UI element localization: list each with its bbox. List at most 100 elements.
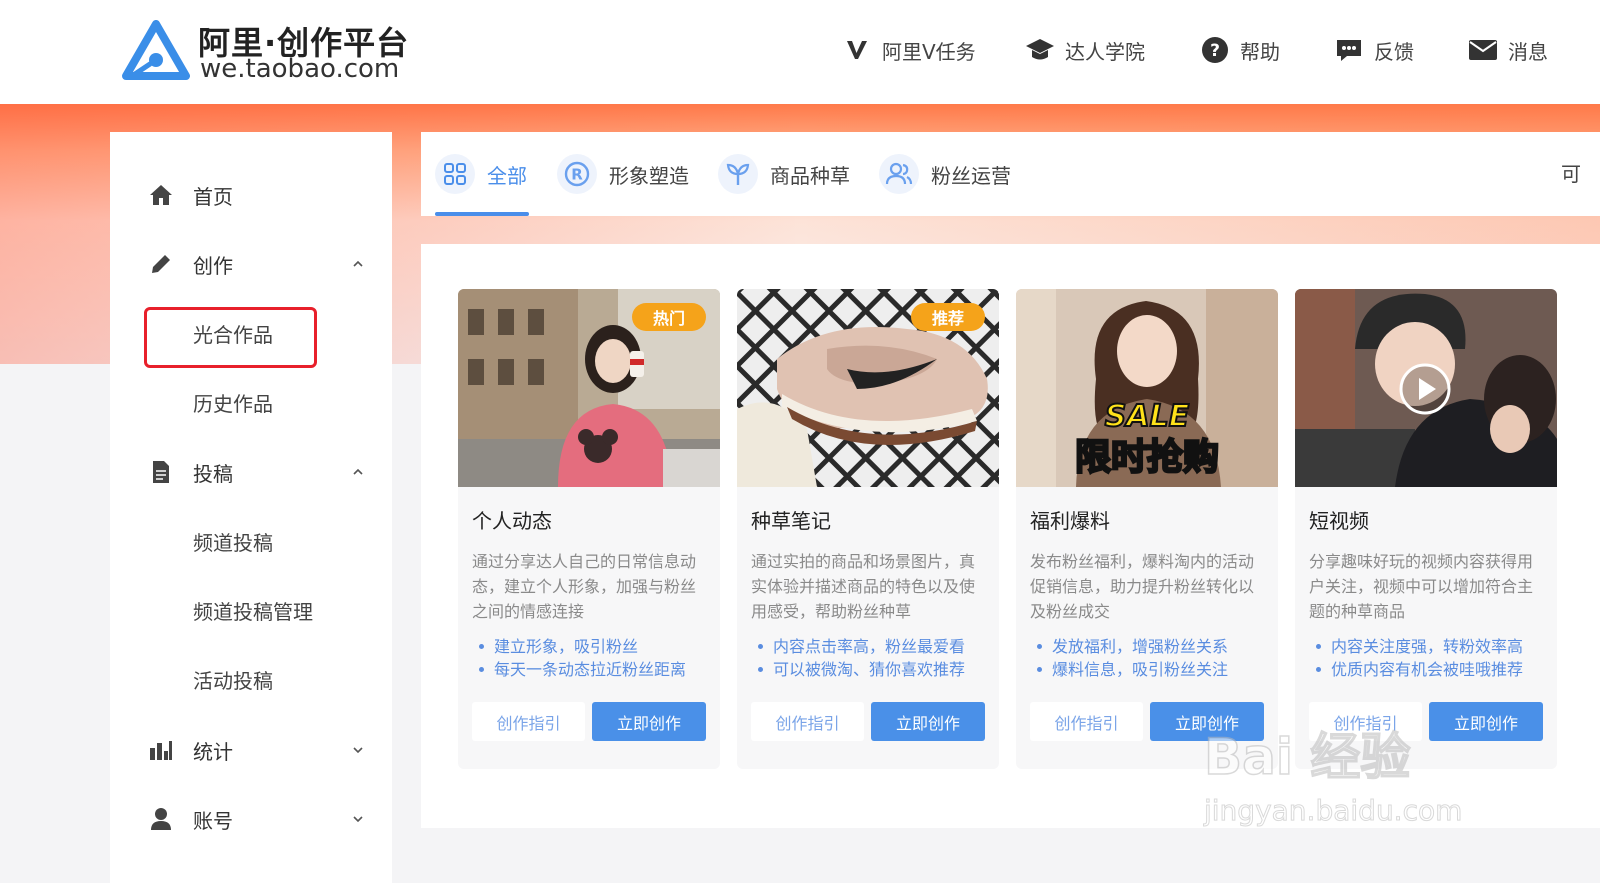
card-title: 短视频 <box>1309 509 1369 533</box>
benefit-item: 爆料信息，吸引粉丝关注 <box>1034 658 1274 681</box>
chevron-down-icon <box>353 747 363 754</box>
logo[interactable]: 阿里·创作平台 we.taobao.com <box>122 18 422 88</box>
highlight-annotation-box <box>144 307 317 368</box>
benefit-item: 优质内容有机会被哇哦推荐 <box>1313 658 1553 681</box>
svg-text:R: R <box>571 166 583 184</box>
flash-sale-image-text: 限时抢购 <box>1075 436 1219 478</box>
tab-image-building[interactable]: R 形象塑造 <box>557 150 689 198</box>
logo-triangle-icon <box>122 20 190 80</box>
sale-image-text: SALE <box>1105 399 1190 434</box>
users-icon <box>879 154 919 194</box>
sidebar-label: 活动投稿 <box>193 668 273 693</box>
create-now-button[interactable]: 立即创作 <box>592 702 706 741</box>
chevron-up-icon <box>353 468 363 475</box>
sidebar-item-activity-submit[interactable]: 活动投稿 <box>110 656 392 702</box>
sidebar-label: 频道投稿 <box>193 530 273 555</box>
baidu-watermark: Bai 经验 jingyan.baidu.com <box>1203 727 1463 827</box>
nav-messages[interactable]: 消息 <box>1468 28 1548 72</box>
card-description: 分享趣味好玩的视频内容获得用户关注，视频中可以增加符合主题的种草商品 <box>1309 552 1534 621</box>
sidebar-item-channel-submit-manage[interactable]: 频道投稿管理 <box>110 587 392 633</box>
nav-label: 达人学院 <box>1065 39 1145 64</box>
card-description: 通过实拍的商品和场景图片，真实体验并描述商品的特色以及使用感受，帮助粉丝种草 <box>751 552 976 621</box>
nav-label: 阿里V任务 <box>882 39 976 64</box>
nav-label: 帮助 <box>1240 39 1280 64</box>
registered-icon: R <box>557 154 597 194</box>
card-benefits: 发放福利，增强粉丝关系 爆料信息，吸引粉丝关注 <box>1034 635 1274 681</box>
sidebar-label: 创作 <box>193 253 233 278</box>
graduation-cap-icon <box>1025 35 1055 65</box>
tab-label: 全部 <box>487 163 527 188</box>
chevron-down-icon <box>353 816 363 823</box>
benefit-item: 可以被微淘、猜你喜欢推荐 <box>755 658 995 681</box>
sidebar-label: 账号 <box>193 808 233 833</box>
card-seeding-note: 推荐 种草笔记 通过实拍的商品和场景图片，真实体验并描述商品的特色以及使用感受，… <box>737 289 999 769</box>
card-description: 发布粉丝福利，爆料淘内的活动促销信息，助力提升粉丝转化以及粉丝成交 <box>1030 552 1255 621</box>
nav-feedback[interactable]: 反馈 <box>1334 28 1414 72</box>
home-icon <box>148 182 174 208</box>
user-icon <box>148 806 174 832</box>
category-tabs: 全部 R 形象塑造 商品种草 粉丝运营 可 <box>421 132 1600 216</box>
sidebar-label: 投稿 <box>193 461 233 486</box>
sidebar-label: 频道投稿管理 <box>193 599 313 624</box>
card-short-video: 短视频 分享趣味好玩的视频内容获得用户关注，视频中可以增加符合主题的种草商品 内… <box>1295 289 1557 769</box>
help-circle-icon: ? <box>1200 35 1230 65</box>
tab-fan-operation[interactable]: 粉丝运营 <box>879 150 1011 198</box>
v-task-icon <box>842 35 872 65</box>
sidebar-item-channel-submit[interactable]: 频道投稿 <box>110 518 392 564</box>
card-image: 热门 <box>458 289 720 487</box>
tab-label: 粉丝运营 <box>931 163 1011 188</box>
chevron-up-icon <box>353 260 363 267</box>
sidebar-item-create[interactable]: 创作 <box>110 241 392 287</box>
recommend-badge: 推荐 <box>911 303 985 331</box>
sidebar: 首页 创作 光合作品 历史作品 投稿 频道投稿 频道投稿管理 活动投稿 统计 账… <box>110 132 392 883</box>
tab-product-seeding[interactable]: 商品种草 <box>718 150 850 198</box>
card-description: 通过分享达人自己的日常信息动态，建立个人形象，加强与粉丝之间的情感连接 <box>472 552 697 621</box>
benefit-item: 内容点击率高，粉丝最爱看 <box>755 635 995 658</box>
sidebar-item-history-works[interactable]: 历史作品 <box>110 379 392 425</box>
top-header: 阿里·创作平台 we.taobao.com 阿里V任务 达人学院 ? 帮助 反馈… <box>0 0 1600 104</box>
benefit-item: 每天一条动态拉近粉丝距离 <box>476 658 716 681</box>
sidebar-item-submit[interactable]: 投稿 <box>110 449 392 495</box>
card-benefits: 内容点击率高，粉丝最爱看 可以被微淘、猜你喜欢推荐 <box>755 635 995 681</box>
mail-icon <box>1468 35 1498 65</box>
hot-badge: 热门 <box>632 303 706 331</box>
sidebar-label: 统计 <box>193 739 233 764</box>
bar-chart-icon <box>148 737 174 763</box>
card-title: 个人动态 <box>472 509 552 533</box>
create-now-button[interactable]: 立即创作 <box>871 702 985 741</box>
pencil-icon <box>148 251 174 277</box>
card-image <box>1295 289 1557 487</box>
card-title: 福利爆料 <box>1030 509 1110 533</box>
guide-button[interactable]: 创作指引 <box>472 702 585 741</box>
tab-all[interactable]: 全部 <box>435 150 527 198</box>
card-benefits: 建立形象，吸引粉丝 每天一条动态拉近粉丝距离 <box>476 635 716 681</box>
card-title: 种草笔记 <box>751 509 831 533</box>
sprout-icon <box>718 154 758 194</box>
card-image: SALE 限时抢购 <box>1016 289 1278 487</box>
sidebar-item-account[interactable]: 账号 <box>110 796 392 842</box>
active-tab-indicator <box>435 212 529 216</box>
logo-subtitle: we.taobao.com <box>200 54 400 84</box>
nav-label: 反馈 <box>1374 39 1414 64</box>
guide-button[interactable]: 创作指引 <box>751 702 864 741</box>
card-benefits: 内容关注度强，转粉效率高 优质内容有机会被哇哦推荐 <box>1313 635 1553 681</box>
tab-label: 形象塑造 <box>609 163 689 188</box>
sidebar-label: 首页 <box>193 184 233 209</box>
sidebar-label: 历史作品 <box>193 391 273 416</box>
nav-academy[interactable]: 达人学院 <box>1025 28 1145 72</box>
chat-bubble-icon <box>1334 35 1364 65</box>
svg-text:?: ? <box>1210 41 1220 61</box>
guide-button[interactable]: 创作指引 <box>1030 702 1143 741</box>
benefit-item: 内容关注度强，转粉效率高 <box>1313 635 1553 658</box>
card-personal-update: 热门 个人动态 通过分享达人自己的日常信息动态，建立个人形象，加强与粉丝之间的情… <box>458 289 720 769</box>
sidebar-item-home[interactable]: 首页 <box>110 172 392 218</box>
nav-help[interactable]: ? 帮助 <box>1200 28 1280 72</box>
tab-overflow-text[interactable]: 可 <box>1561 158 1581 187</box>
watermark-url: jingyan.baidu.com <box>1203 794 1462 827</box>
benefit-item: 建立形象，吸引粉丝 <box>476 635 716 658</box>
watermark-text: Bai 经验 <box>1204 728 1410 786</box>
card-welfare-news: SALE 限时抢购 福利爆料 发布粉丝福利，爆料淘内的活动促销信息，助力提升粉丝… <box>1016 289 1278 769</box>
sidebar-item-statistics[interactable]: 统计 <box>110 727 392 773</box>
tab-label: 商品种草 <box>770 163 850 188</box>
nav-v-task[interactable]: 阿里V任务 <box>842 28 976 72</box>
